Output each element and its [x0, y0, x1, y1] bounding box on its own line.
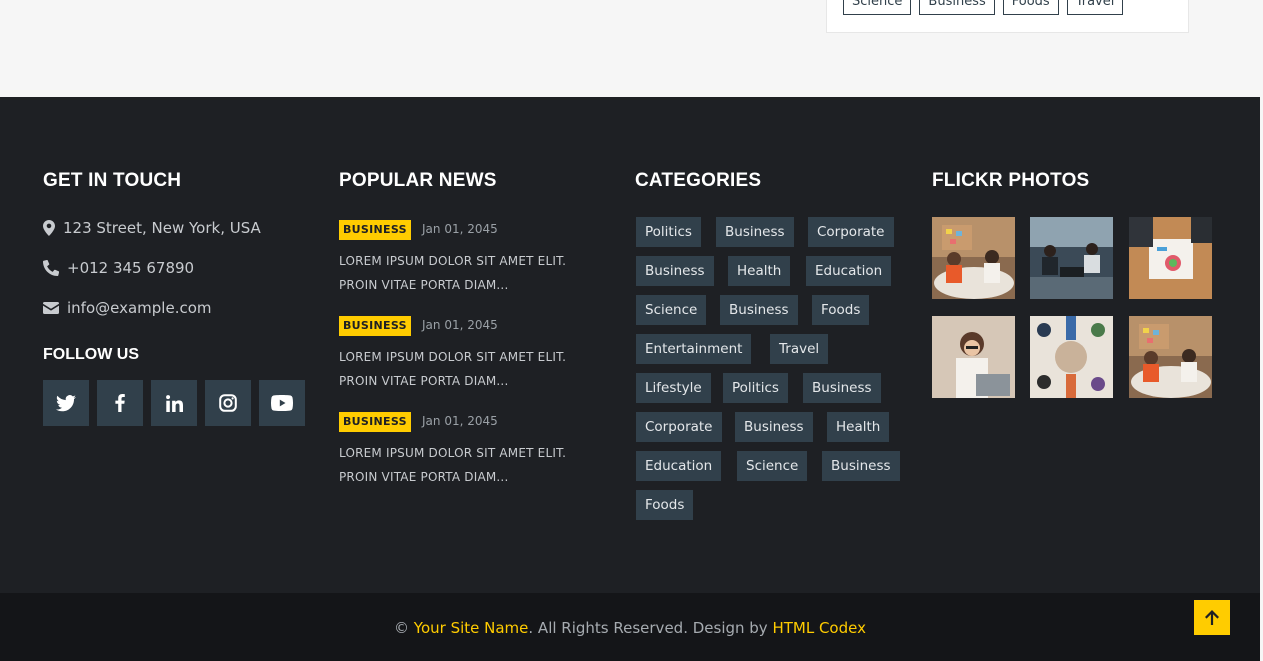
tags-row: Science Business Foods Travel: [843, 0, 1124, 15]
category-tag[interactable]: Health: [728, 256, 791, 286]
news-headline[interactable]: LOREM IPSUM DOLOR SIT AMET ELIT. PROIN V…: [339, 345, 609, 393]
youtube-icon: [271, 395, 293, 411]
instagram-icon: [219, 394, 237, 412]
news-headline-line: LOREM IPSUM DOLOR SIT AMET ELIT.: [339, 350, 567, 364]
arrow-up-icon: [1205, 610, 1219, 625]
category-tag[interactable]: Foods: [636, 490, 694, 520]
youtube-button[interactable]: [259, 380, 305, 426]
news-category-badge[interactable]: BUSINESS: [339, 316, 411, 336]
facebook-button[interactable]: [97, 380, 143, 426]
news-headline-line: PROIN VITAE PORTA DIAM...: [339, 374, 509, 388]
category-tag[interactable]: Education: [806, 256, 892, 286]
category-tag[interactable]: Science: [636, 295, 707, 325]
news-date: Jan 01, 2045: [422, 414, 498, 428]
category-tag[interactable]: Politics: [723, 373, 788, 403]
news-date: Jan 01, 2045: [422, 318, 498, 332]
flickr-photo[interactable]: [1030, 217, 1113, 299]
flickr-photo-image: [1129, 316, 1212, 398]
category-tag[interactable]: Lifestyle: [636, 373, 711, 403]
map-marker-icon: [43, 220, 55, 236]
email-line: info@example.com: [43, 299, 212, 317]
envelope-icon: [43, 302, 59, 314]
contact-column: GET IN TOUCH: [43, 170, 182, 191]
news-headline-line: PROIN VITAE PORTA DIAM...: [339, 470, 509, 484]
site-name-link[interactable]: Your Site Name: [414, 619, 529, 637]
copyright-prefix: ©: [394, 619, 414, 637]
category-tag[interactable]: Corporate: [636, 412, 722, 442]
category-tag[interactable]: Entertainment: [636, 334, 752, 364]
phone-icon: [43, 260, 59, 276]
copyright-middle: . All Rights Reserved. Design by: [528, 619, 773, 637]
instagram-button[interactable]: [205, 380, 251, 426]
category-tag[interactable]: Health: [827, 412, 890, 442]
flickr-photo[interactable]: [932, 217, 1015, 299]
phone-line: +012 345 67890: [43, 259, 194, 277]
flickr-photo[interactable]: [1030, 316, 1113, 398]
follow-us-title: FOLLOW US: [43, 346, 139, 363]
flickr-photo[interactable]: [1129, 316, 1212, 398]
category-tag[interactable]: Foods: [812, 295, 870, 325]
back-to-top-button[interactable]: [1194, 600, 1230, 635]
flickr-photo-image: [1030, 316, 1113, 398]
flickr-photo[interactable]: [932, 316, 1015, 398]
category-tag[interactable]: Corporate: [808, 217, 894, 247]
tag-foods[interactable]: Foods: [1002, 0, 1059, 15]
category-tag[interactable]: Business: [735, 412, 813, 442]
news-headline[interactable]: LOREM IPSUM DOLOR SIT AMET ELIT. PROIN V…: [339, 441, 609, 489]
popular-news-column: POPULAR NEWS: [339, 170, 497, 191]
category-tag[interactable]: Business: [822, 451, 900, 481]
tag-travel[interactable]: Travel: [1066, 0, 1124, 15]
email-text: info@example.com: [67, 299, 212, 317]
news-headline[interactable]: LOREM IPSUM DOLOR SIT AMET ELIT. PROIN V…: [339, 249, 609, 297]
news-headline-line: PROIN VITAE PORTA DIAM...: [339, 278, 509, 292]
linkedin-button[interactable]: [151, 380, 197, 426]
categories-title: CATEGORIES: [635, 170, 762, 191]
category-tag[interactable]: Business: [636, 256, 714, 286]
twitter-button[interactable]: [43, 380, 89, 426]
news-headline-line: LOREM IPSUM DOLOR SIT AMET ELIT.: [339, 446, 567, 460]
categories-column: CATEGORIES: [635, 170, 762, 191]
news-headline-line: LOREM IPSUM DOLOR SIT AMET ELIT.: [339, 254, 567, 268]
phone-text: +012 345 67890: [67, 259, 195, 277]
category-tag[interactable]: Business: [716, 217, 794, 247]
twitter-icon: [56, 394, 76, 411]
news-category-badge[interactable]: BUSINESS: [339, 412, 411, 432]
category-tag[interactable]: Politics: [636, 217, 701, 247]
category-tag[interactable]: Business: [803, 373, 881, 403]
category-tag[interactable]: Science: [737, 451, 808, 481]
popular-news-title: POPULAR NEWS: [339, 170, 497, 191]
contact-title: GET IN TOUCH: [43, 170, 182, 191]
address-line: 123 Street, New York, USA: [43, 219, 261, 237]
news-category-badge[interactable]: BUSINESS: [339, 220, 411, 240]
tag-science[interactable]: Science: [843, 0, 912, 15]
category-tag[interactable]: Travel: [770, 334, 829, 364]
flickr-title: FLICKR PHOTOS: [932, 170, 1090, 191]
copyright-text: © Your Site Name. All Rights Reserved. D…: [0, 619, 1260, 637]
linkedin-icon: [165, 394, 183, 412]
flickr-photo-image: [1129, 217, 1212, 299]
flickr-photo-image: [1030, 217, 1113, 299]
category-tag[interactable]: Education: [636, 451, 722, 481]
flickr-photo-image: [932, 316, 1015, 398]
flickr-column: FLICKR PHOTOS: [932, 170, 1090, 191]
news-date: Jan 01, 2045: [422, 222, 498, 236]
facebook-icon: [115, 394, 125, 412]
address-text: 123 Street, New York, USA: [63, 219, 261, 237]
category-tag[interactable]: Business: [720, 295, 798, 325]
flickr-photo-image: [932, 217, 1015, 299]
tag-business[interactable]: Business: [919, 0, 995, 15]
flickr-photo[interactable]: [1129, 217, 1212, 299]
designer-link[interactable]: HTML Codex: [772, 619, 866, 637]
